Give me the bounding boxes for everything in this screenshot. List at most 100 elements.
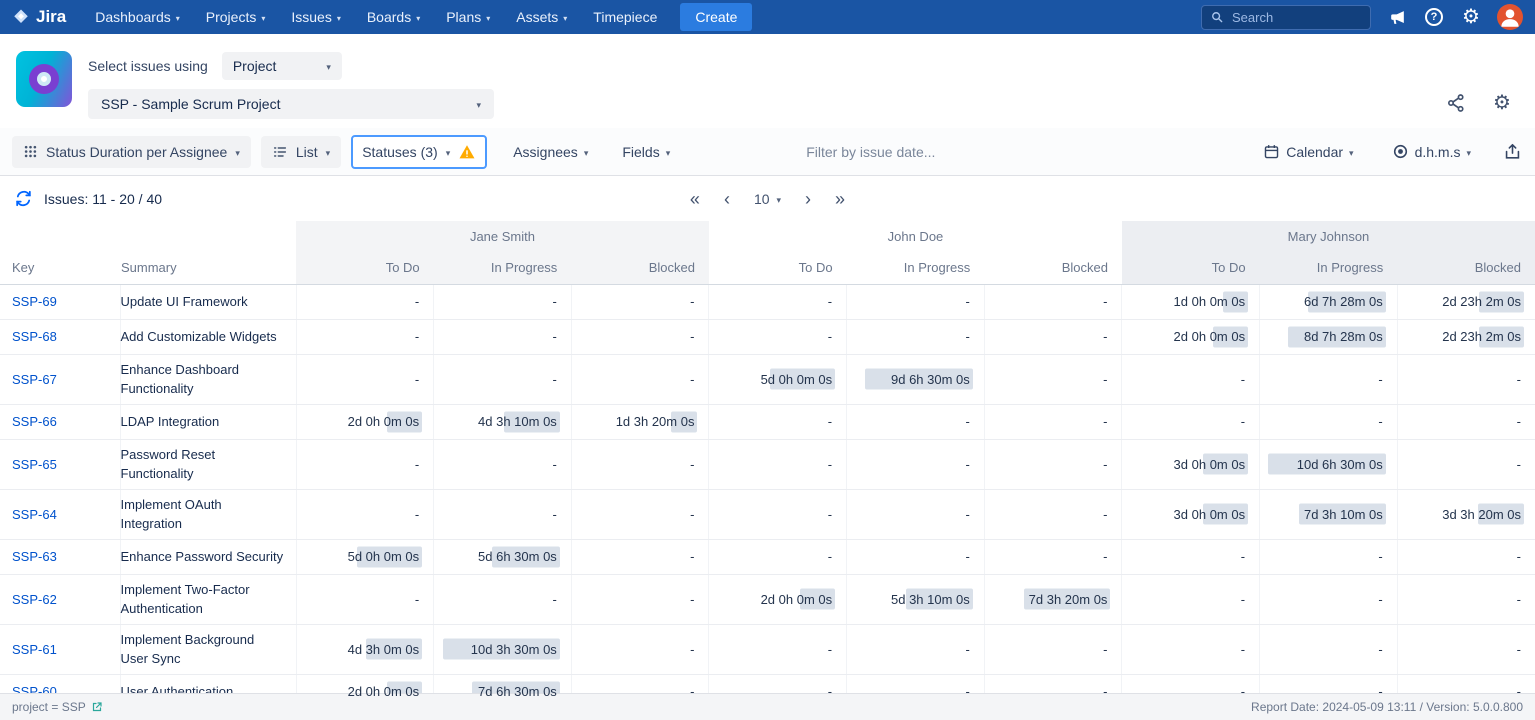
last-page-button[interactable]: » [835, 190, 845, 208]
duration-cell: - [984, 539, 1122, 574]
nav-item-projects[interactable]: Projects [193, 0, 279, 34]
user-avatar[interactable] [1497, 4, 1523, 30]
duration-value: - [1378, 549, 1382, 564]
assignee-group-header-john-doe: John Doe [709, 221, 1122, 251]
chevron-down-icon [1349, 144, 1354, 160]
jira-logo[interactable]: Jira [12, 7, 66, 27]
format-target-icon [1392, 143, 1409, 160]
duration-value: - [828, 457, 832, 472]
issue-key-link[interactable]: SSP-62 [12, 592, 57, 607]
duration-value: 5d 0h 0m 0s [761, 372, 833, 387]
issue-key-link[interactable]: SSP-61 [12, 642, 57, 657]
duration-cell: - [984, 624, 1122, 674]
assignees-dropdown[interactable]: Assignees [505, 138, 596, 166]
table-row: SSP-61Implement Background User Sync4d 3… [0, 624, 1535, 674]
duration-value: - [828, 414, 832, 429]
nav-item-assets[interactable]: Assets [503, 0, 580, 34]
duration-cell: - [434, 354, 572, 404]
issue-key-link[interactable]: SSP-64 [12, 507, 57, 522]
duration-cell: 10d 3h 30m 0s [434, 624, 572, 674]
pagination-bar: Issues: 11 - 20 / 40 « ‹ 10 › » [0, 176, 1535, 221]
table-row: SSP-64Implement OAuth Integration------3… [0, 489, 1535, 539]
issue-key-link[interactable]: SSP-63 [12, 549, 57, 564]
external-link-icon [91, 701, 103, 713]
issue-source-value: Project [233, 58, 277, 74]
duration-value: - [690, 642, 694, 657]
toolbar-right: Calendar d.h.m.s [1255, 137, 1523, 166]
duration-value: - [1241, 642, 1245, 657]
nav-item-plans[interactable]: Plans [433, 0, 503, 34]
date-filter-input[interactable]: Filter by issue date... [806, 144, 935, 160]
next-page-button[interactable]: › [805, 190, 811, 208]
issue-source-dropdown[interactable]: Project [222, 52, 342, 80]
duration-cell: - [571, 489, 709, 539]
duration-cell: - [847, 439, 985, 489]
issue-summary-cell: Update UI Framework [120, 284, 296, 319]
help-question-mark: ? [1425, 8, 1443, 26]
refresh-icon[interactable] [12, 188, 34, 210]
duration-value: - [1241, 372, 1245, 387]
search-input[interactable] [1230, 9, 1362, 26]
issue-key-link[interactable]: SSP-65 [12, 457, 57, 472]
nav-item-issues[interactable]: Issues [278, 0, 353, 34]
duration-cell: - [1122, 539, 1260, 574]
duration-value: - [1103, 372, 1107, 387]
issue-key-link[interactable]: SSP-68 [12, 329, 57, 344]
duration-value: - [552, 592, 556, 607]
status-column-header-mary-johnson-blocked: Blocked [1397, 251, 1535, 284]
issue-key-link[interactable]: SSP-69 [12, 294, 57, 309]
chevron-down-icon [584, 144, 589, 160]
duration-value: - [1378, 684, 1382, 699]
duration-cell: - [296, 284, 434, 319]
nav-item-dashboards[interactable]: Dashboards [82, 0, 193, 34]
announcements-icon[interactable] [1386, 6, 1408, 28]
nav-item-label: Boards [367, 9, 411, 25]
duration-value: - [552, 507, 556, 522]
jql-scope-link[interactable]: project = SSP [12, 700, 103, 714]
duration-value: - [828, 549, 832, 564]
help-icon[interactable]: ? [1423, 6, 1445, 28]
issue-key-link[interactable]: SSP-66 [12, 414, 57, 429]
page-size-value: 10 [754, 191, 770, 207]
select-issues-label: Select issues using [88, 58, 208, 74]
statuses-dropdown[interactable]: Statuses (3) [351, 135, 487, 169]
issue-key-link[interactable]: SSP-67 [12, 372, 57, 387]
issue-summary-cell: Enhance Dashboard Functionality [120, 354, 296, 404]
global-search[interactable] [1201, 5, 1371, 30]
duration-cell: - [1397, 574, 1535, 624]
jira-brand-text: Jira [36, 7, 66, 27]
first-page-button[interactable]: « [690, 190, 700, 208]
duration-cell: - [984, 319, 1122, 354]
duration-value: 3d 0h 0m 0s [1174, 507, 1246, 522]
duration-value: 1d 0h 0m 0s [1174, 294, 1246, 309]
duration-value: 7d 6h 30m 0s [478, 684, 557, 699]
report-settings-icon[interactable] [1491, 92, 1513, 114]
top-navigation-bar: Jira DashboardsProjectsIssues Boards Plans… [0, 0, 1535, 34]
duration-value: 2d 0h 0m 0s [348, 414, 420, 429]
share-icon[interactable] [1445, 92, 1467, 114]
view-mode-dropdown[interactable]: List [261, 136, 341, 168]
duration-cell: - [296, 354, 434, 404]
issue-key-cell: SSP-68 [0, 319, 120, 354]
time-format-dropdown[interactable]: d.h.m.s [1384, 137, 1479, 166]
page-size-dropdown[interactable]: 10 [754, 191, 781, 207]
duration-value: 5d 3h 10m 0s [891, 592, 970, 607]
export-icon[interactable] [1501, 141, 1523, 163]
previous-page-button[interactable]: ‹ [724, 190, 730, 208]
nav-item-boards[interactable]: Boards [354, 0, 433, 34]
duration-cell: 9d 6h 30m 0s [847, 354, 985, 404]
project-dropdown[interactable]: SSP - Sample Scrum Project [88, 89, 494, 119]
duration-value: - [1103, 642, 1107, 657]
nav-item-timepiece[interactable]: Timepiece [580, 0, 670, 34]
fields-dropdown[interactable]: Fields [614, 138, 678, 166]
create-button[interactable]: Create [680, 3, 752, 31]
duration-cell: - [1122, 354, 1260, 404]
duration-value: - [415, 372, 419, 387]
assignee-group-header-mary-johnson: Mary Johnson [1122, 221, 1535, 251]
calendar-dropdown[interactable]: Calendar [1255, 137, 1361, 166]
report-type-dropdown[interactable]: Status Duration per Assignee [12, 136, 251, 168]
duration-value: - [965, 549, 969, 564]
duration-value: - [1103, 294, 1107, 309]
duration-cell: 1d 0h 0m 0s [1122, 284, 1260, 319]
admin-settings-icon[interactable] [1460, 6, 1482, 28]
